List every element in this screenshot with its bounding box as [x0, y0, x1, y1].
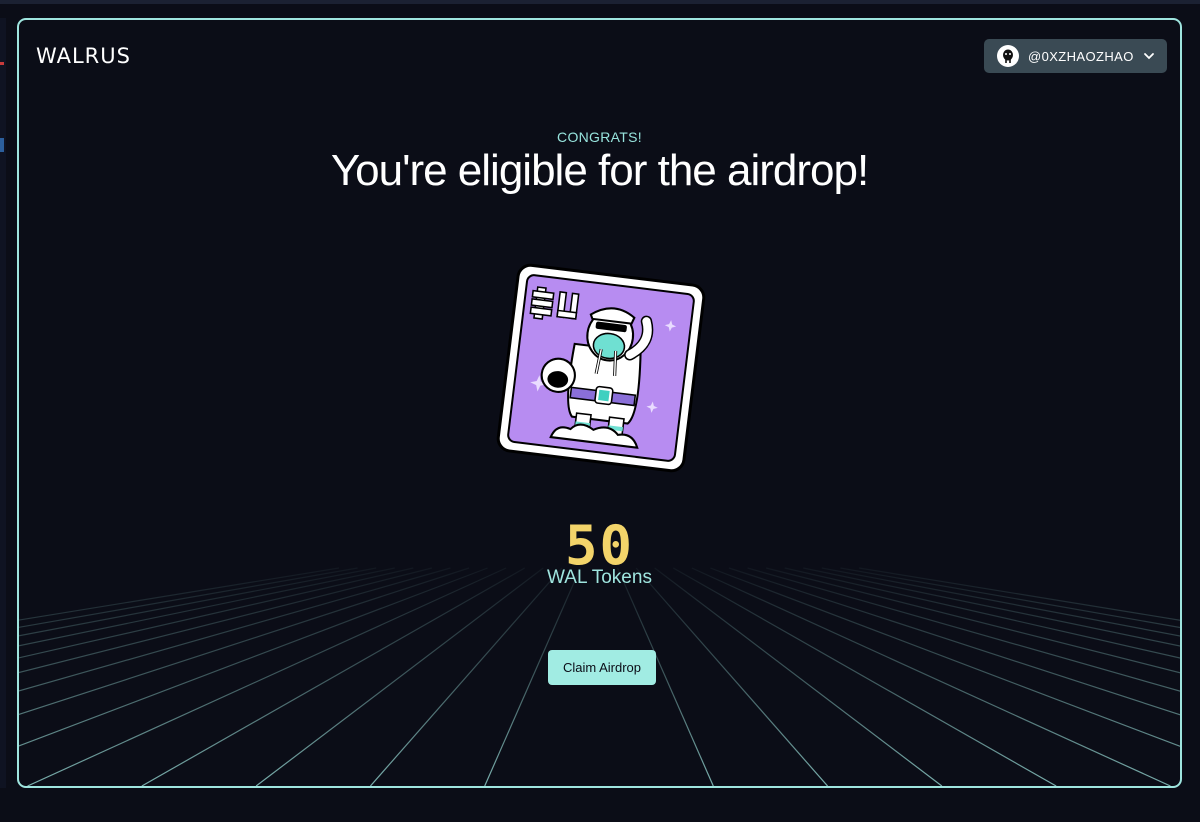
browser-top-strip: [0, 0, 1200, 4]
app-frame: WALRUS @0XZHAOZHAO CONGRATS! You're elig…: [17, 18, 1182, 788]
claim-airdrop-button[interactable]: Claim Airdrop: [548, 650, 656, 685]
chevron-down-icon: [1144, 53, 1154, 60]
page-title: You're eligible for the airdrop!: [330, 146, 869, 195]
page: WALRUS @0XZHAOZHAO CONGRATS! You're elig…: [0, 0, 1200, 822]
token-unit-label: WAL Tokens: [547, 567, 652, 588]
walrus-astronaut-nft-card: [495, 262, 707, 474]
user-handle: @0XZHAOZHAO: [1028, 48, 1134, 64]
walrus-avatar-icon: [997, 45, 1019, 67]
user-menu-button[interactable]: @0XZHAOZHAO: [984, 39, 1167, 73]
walrus-logo[interactable]: WALRUS: [36, 44, 131, 68]
background-window-edge: [0, 18, 6, 788]
congrats-eyebrow: CONGRATS!: [557, 129, 642, 145]
